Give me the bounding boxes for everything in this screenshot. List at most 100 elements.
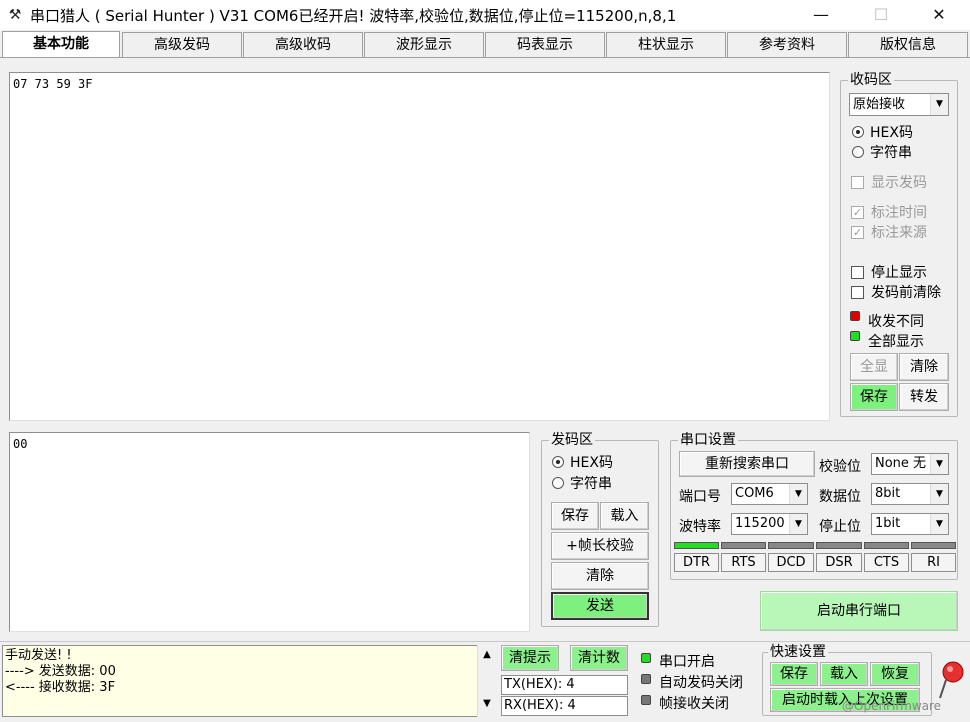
- pin-icon[interactable]: [936, 654, 966, 704]
- signal-dsr-label: DSR: [816, 553, 862, 572]
- recv-forward-button[interactable]: 转发: [899, 383, 949, 411]
- send-radio-string[interactable]: 字符串: [552, 473, 612, 493]
- recv-clear-button[interactable]: 清除: [899, 353, 949, 381]
- show-all-button[interactable]: 全显: [850, 353, 898, 381]
- parity-select[interactable]: None 无 ▼: [871, 453, 949, 475]
- parity-label: 校验位: [819, 459, 861, 475]
- receive-textarea[interactable]: 07 73 59 3F: [9, 72, 830, 421]
- led-gray-icon: [641, 674, 651, 684]
- signal-rts-button[interactable]: RTS: [721, 553, 766, 572]
- watermark: @OpenFirmware: [842, 699, 942, 713]
- close-button[interactable]: ✕: [914, 0, 964, 30]
- send-load-button[interactable]: 载入: [600, 502, 649, 530]
- tab-waveform[interactable]: 波形显示: [364, 32, 484, 57]
- recv-radio-hex[interactable]: HEX码: [852, 122, 913, 142]
- chevron-down-icon: ▼: [930, 454, 948, 474]
- clear-before-send-checkbox[interactable]: 发码前清除: [851, 282, 941, 302]
- mark-source-label: 标注来源: [871, 225, 927, 241]
- clear-before-send-label: 发码前清除: [871, 285, 941, 301]
- send-radio-hex-label: HEX码: [570, 455, 613, 471]
- recv-radio-string[interactable]: 字符串: [852, 142, 912, 162]
- show-send-checkbox[interactable]: 显示发码: [851, 172, 927, 192]
- quick-save-button[interactable]: 保存: [770, 662, 818, 686]
- send-clear-button[interactable]: 清除: [551, 562, 649, 590]
- frame-check-button[interactable]: +帧长校验: [551, 532, 649, 560]
- log-line: 手动发送! !: [5, 648, 72, 663]
- tab-reference[interactable]: 参考资料: [727, 32, 847, 57]
- rx-counter: RX(HEX): 4: [501, 696, 628, 716]
- quick-restore-button[interactable]: 恢复: [870, 662, 920, 686]
- title-bar: ⚒ 串口猎人 ( Serial Hunter ) V31 COM6已经开启! 波…: [0, 0, 970, 30]
- port-label: 端口号: [679, 489, 721, 505]
- tab-code-table[interactable]: 码表显示: [485, 32, 605, 57]
- checkmark-icon: ✓: [851, 225, 864, 239]
- tab-divider: [0, 57, 970, 58]
- tx-counter: TX(HEX): 4: [501, 675, 628, 695]
- led-green-icon: [850, 331, 860, 341]
- status-auto-send: 自动发码关闭: [659, 675, 743, 691]
- stop-bits-select[interactable]: 1bit ▼: [871, 513, 949, 535]
- signal-dcd-label: DCD: [768, 553, 814, 572]
- log-line: ----> 发送数据: 00: [5, 664, 116, 679]
- port-settings-title: 串口设置: [678, 432, 738, 448]
- receive-mode-select[interactable]: 原始接收 ▼: [849, 93, 949, 116]
- tab-bar-display[interactable]: 柱状显示: [606, 32, 726, 57]
- tab-advanced-receive[interactable]: 高级收码: [243, 32, 363, 57]
- data-bits-select[interactable]: 8bit ▼: [871, 483, 949, 505]
- recv-save-button[interactable]: 保存: [850, 383, 898, 411]
- maximize-button[interactable]: ☐: [856, 0, 906, 30]
- mark-source-checkbox[interactable]: ✓ 标注来源: [851, 222, 927, 242]
- data-bits-label: 数据位: [819, 489, 861, 505]
- window-title: 串口猎人 ( Serial Hunter ) V31 COM6已经开启! 波特率…: [30, 7, 677, 25]
- signal-led-rts: [721, 542, 766, 549]
- baud-select[interactable]: 115200 ▼: [731, 513, 808, 535]
- stop-bits-label: 停止位: [819, 519, 861, 535]
- radio-dot-icon: [552, 456, 564, 468]
- stop-display-checkbox[interactable]: 停止显示: [851, 262, 927, 282]
- tab-copyright[interactable]: 版权信息: [848, 32, 968, 57]
- log-box: 手动发送! ! ----> 发送数据: 00 <---- 接收数据: 3F: [2, 645, 496, 717]
- mark-time-checkbox[interactable]: ✓ 标注时间: [851, 202, 927, 222]
- tab-basic[interactable]: 基本功能: [2, 31, 120, 58]
- quick-load-button[interactable]: 载入: [820, 662, 868, 686]
- status-frame-recv: 帧接收关闭: [659, 696, 729, 712]
- signal-led-cts: [864, 542, 909, 549]
- stop-bits-value: 1bit: [875, 516, 901, 531]
- checkbox-icon: [851, 285, 864, 299]
- recv-radio-string-label: 字符串: [870, 145, 912, 161]
- port-select[interactable]: COM6 ▼: [731, 483, 808, 505]
- led-red-icon: [850, 311, 860, 321]
- rescan-ports-button[interactable]: 重新搜索串口: [679, 451, 815, 477]
- status-port-open: 串口开启: [659, 654, 715, 670]
- start-port-button[interactable]: 启动串行端口: [760, 591, 958, 631]
- parity-value: None 无: [875, 456, 927, 471]
- radio-dot-icon: [552, 477, 564, 489]
- send-save-button[interactable]: 保存: [551, 502, 599, 530]
- baud-value: 115200: [735, 516, 785, 531]
- send-radio-hex[interactable]: HEX码: [552, 452, 613, 472]
- signal-led-dcd: [768, 542, 814, 549]
- scroll-down-icon[interactable]: ▼: [478, 698, 496, 709]
- send-radio-string-label: 字符串: [570, 476, 612, 492]
- log-scrollbar[interactable]: ▲ ▼: [477, 645, 496, 717]
- clear-hint-button[interactable]: 清提示: [501, 645, 559, 671]
- checkmark-icon: ✓: [851, 205, 864, 219]
- signal-led-dtr: [674, 542, 719, 549]
- signal-ri-label: RI: [911, 553, 956, 572]
- signal-dtr-button[interactable]: DTR: [674, 553, 719, 572]
- send-button[interactable]: 发送: [551, 592, 649, 620]
- chevron-down-icon: ▼: [789, 484, 807, 504]
- log-line: <---- 接收数据: 3F: [5, 680, 116, 695]
- led-green-icon: [641, 653, 651, 663]
- checkbox-icon: [851, 265, 864, 279]
- led-all-label: 全部显示: [868, 334, 924, 350]
- port-value: COM6: [735, 486, 774, 501]
- chevron-down-icon: ▼: [930, 484, 948, 504]
- send-textarea[interactable]: 00: [9, 432, 530, 632]
- tab-advanced-send[interactable]: 高级发码: [122, 32, 242, 57]
- app-icon: ⚒: [8, 7, 22, 23]
- scroll-up-icon[interactable]: ▲: [478, 649, 496, 660]
- minimize-button[interactable]: —: [796, 0, 846, 30]
- led-gray-icon: [641, 695, 651, 705]
- clear-count-button[interactable]: 清计数: [570, 645, 628, 671]
